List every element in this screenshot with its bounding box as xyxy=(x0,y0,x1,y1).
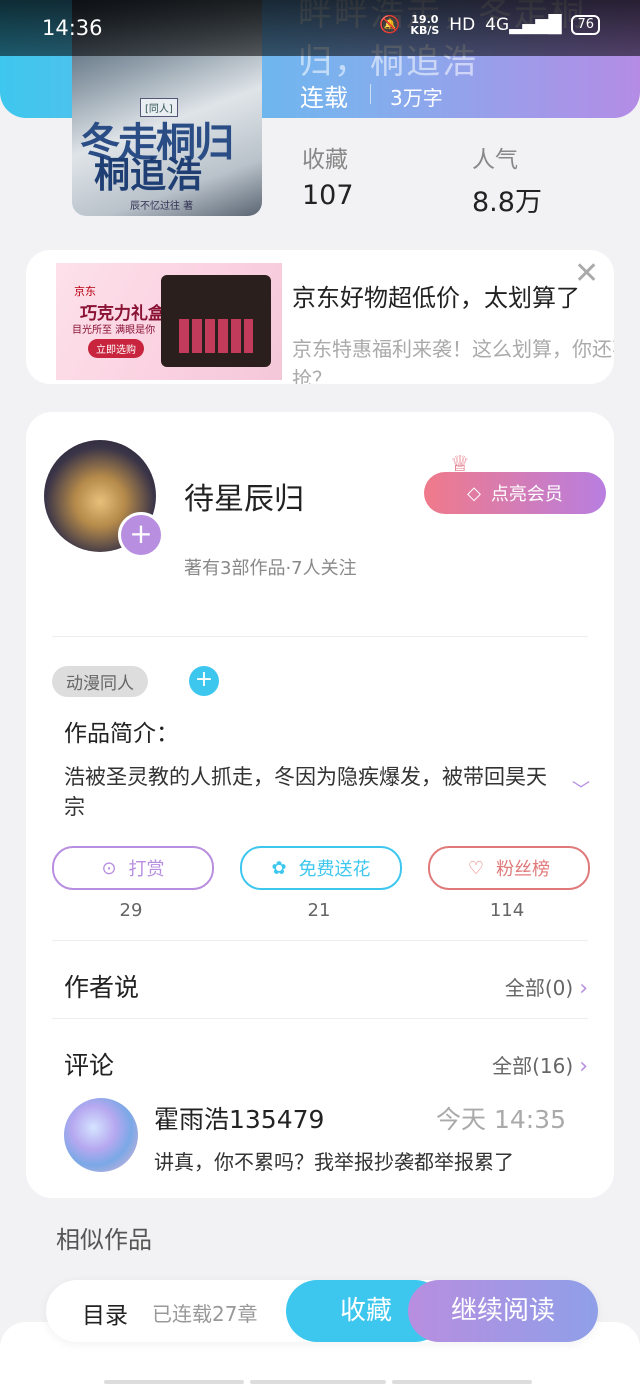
fan-count: 114 xyxy=(489,900,525,921)
similar-works-title: 相似作品 xyxy=(56,1226,152,1254)
tip-count: 29 xyxy=(119,900,143,921)
divider xyxy=(52,1018,588,1019)
yen-icon: ⊙ xyxy=(101,857,117,879)
bottom-action-bar: 目录 已连载27章 收藏 继续阅读 xyxy=(46,1280,598,1342)
net-speed: 19.0 KB/S xyxy=(410,13,440,37)
serial-status: 连载 xyxy=(300,84,348,112)
home-indicator xyxy=(104,1380,244,1384)
popularity-value: 8.8万 xyxy=(472,187,542,218)
divider xyxy=(52,636,588,637)
toc-button[interactable]: 目录 xyxy=(82,1296,128,1330)
intro-text: 浩被圣灵教的人抓走，冬因为隐疾爆发，被带回昊天宗 xyxy=(64,765,547,819)
chevron-right-icon: › xyxy=(579,976,588,1001)
home-indicator xyxy=(392,1380,532,1384)
person-heart-icon: ♡ xyxy=(467,857,485,879)
flower-icon: ✿ xyxy=(271,857,287,879)
tip-label: 打赏 xyxy=(128,859,165,880)
comments-title: 评论 xyxy=(64,1051,115,1080)
ad-brand: 京东 xyxy=(74,285,96,298)
battery-icon: 76 xyxy=(571,15,600,35)
status-icons: 🔕 19.0 KB/S HD 4G▂▄▆█ 76 xyxy=(379,14,600,36)
author-meta: 著有3部作品·7人关注 xyxy=(184,558,357,579)
hd-indicator: HD xyxy=(449,15,476,35)
favorites-value: 107 xyxy=(302,180,354,211)
genre-tag[interactable]: 动漫同人 xyxy=(52,666,148,697)
vip-button-label: 点亮会员 xyxy=(490,484,563,505)
divider xyxy=(370,84,371,104)
book-detail-card: + 待星辰归 著有3部作品·7人关注 ♕ ◇ 点亮会员 动漫同人 + 作品简介：… xyxy=(26,412,614,1198)
home-indicator xyxy=(250,1380,386,1384)
ad-image-button: 立即选购 xyxy=(88,339,144,358)
ad-image-subline: 目光所至 满眼是你 xyxy=(72,325,156,336)
continue-reading-button[interactable]: 继续阅读 xyxy=(408,1280,598,1342)
comments-all-link[interactable]: 全部(16) › xyxy=(492,1050,588,1079)
divider xyxy=(52,940,588,941)
chapter-count: 已连载27章 xyxy=(152,1302,258,1326)
send-flower-button[interactable]: ✿ 免费送花 xyxy=(240,846,402,890)
signal-icon: 4G▂▄▆█ xyxy=(485,15,562,35)
mute-bell-icon: 🔕 xyxy=(379,15,401,35)
flower-count: 21 xyxy=(307,900,331,921)
status-bar: 14:36 🔕 19.0 KB/S HD 4G▂▄▆█ 76 xyxy=(0,0,640,56)
ad-banner[interactable]: 京东 巧克力礼盒 目光所至 满眼是你 立即选购 京东好物超低价，太划算了 京东特… xyxy=(26,250,614,384)
chevron-right-icon: › xyxy=(579,1054,588,1079)
author-says-title: 作者说 xyxy=(64,973,140,1002)
author-name[interactable]: 待星辰归 xyxy=(184,474,304,518)
chevron-down-icon[interactable]: ﹀ xyxy=(572,776,590,802)
comment-time: 今天 14:35 xyxy=(436,1105,566,1134)
favorites-label: 收藏 xyxy=(302,147,348,173)
fan-rank-label: 粉丝榜 xyxy=(496,859,551,880)
comment-username[interactable]: 霍雨浩135479 xyxy=(154,1100,324,1136)
add-tag-icon[interactable]: + xyxy=(189,666,219,696)
follow-plus-icon[interactable]: + xyxy=(118,512,164,558)
comment-text[interactable]: 讲真，你不累吗？我举报抄袭都举报累了 xyxy=(154,1146,514,1175)
status-time: 14:36 xyxy=(42,16,103,40)
ad-description: 京东特惠福利来袭！这么划算，你还不抢？ xyxy=(292,337,614,384)
ad-title: 京东好物超低价，太划算了 xyxy=(292,284,580,312)
word-count: 3万字 xyxy=(390,86,443,110)
cover-author: 辰不忆过往 著 xyxy=(130,201,194,212)
tip-button[interactable]: ⊙ 打赏 xyxy=(52,846,214,890)
ad-image[interactable]: 京东 巧克力礼盒 目光所至 满眼是你 立即选购 xyxy=(56,263,282,380)
cover-title-line2: 桐追浩 xyxy=(94,154,203,196)
fan-rank-button[interactable]: ♡ 粉丝榜 xyxy=(428,846,590,890)
close-icon[interactable]: ✕ xyxy=(574,256,599,291)
intro-title: 作品简介： xyxy=(64,721,179,747)
send-flower-label: 免费送花 xyxy=(298,859,371,880)
popularity-label: 人气 xyxy=(472,147,518,173)
chocolate-box-image xyxy=(161,275,271,367)
comment-avatar[interactable] xyxy=(64,1098,138,1172)
vip-button[interactable]: ◇ 点亮会员 xyxy=(424,472,606,514)
diamond-icon: ◇ xyxy=(467,482,481,504)
author-says-all-link[interactable]: 全部(0) › xyxy=(505,972,588,1001)
